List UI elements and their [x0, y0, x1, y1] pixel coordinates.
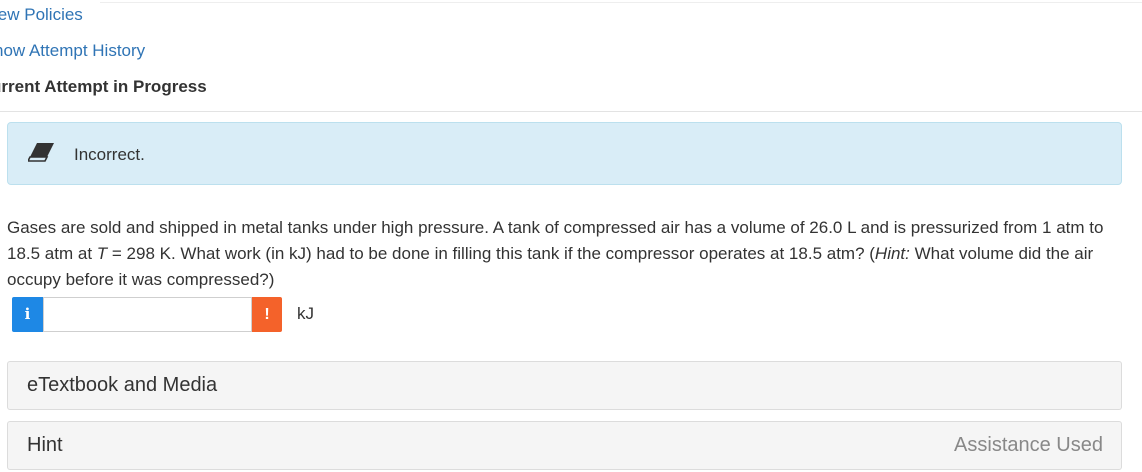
hint-word: Hint: [874, 244, 910, 263]
info-icon[interactable]: i [12, 297, 43, 332]
feedback-text: Incorrect. [74, 145, 145, 164]
question-part-2: = 298 K. What work (in kJ) had to be don… [107, 244, 875, 263]
etextbook-media-panel[interactable]: eTextbook and Media [7, 361, 1122, 410]
question-text: Gases are sold and shipped in metal tank… [7, 215, 1132, 293]
current-attempt-heading: urrent Attempt in Progress [0, 77, 207, 96]
answer-unit: kJ [297, 304, 314, 323]
top-divider [100, 2, 1142, 3]
warning-icon[interactable]: ! [252, 297, 282, 332]
show-attempt-history-link[interactable]: how Attempt History [0, 41, 145, 61]
view-policies-link[interactable]: iew Policies [0, 5, 83, 25]
feedback-alert: Incorrect. [7, 122, 1122, 185]
assistance-used-status: Assistance Used [954, 434, 1103, 456]
header-divider [0, 111, 1142, 112]
hint-label: Hint [27, 434, 63, 456]
hint-panel[interactable]: Hint Assistance Used [7, 421, 1122, 470]
temperature-variable: T [96, 244, 108, 263]
etextbook-media-label: eTextbook and Media [27, 374, 218, 396]
answer-input[interactable] [43, 297, 252, 332]
eraser-icon [28, 143, 54, 162]
